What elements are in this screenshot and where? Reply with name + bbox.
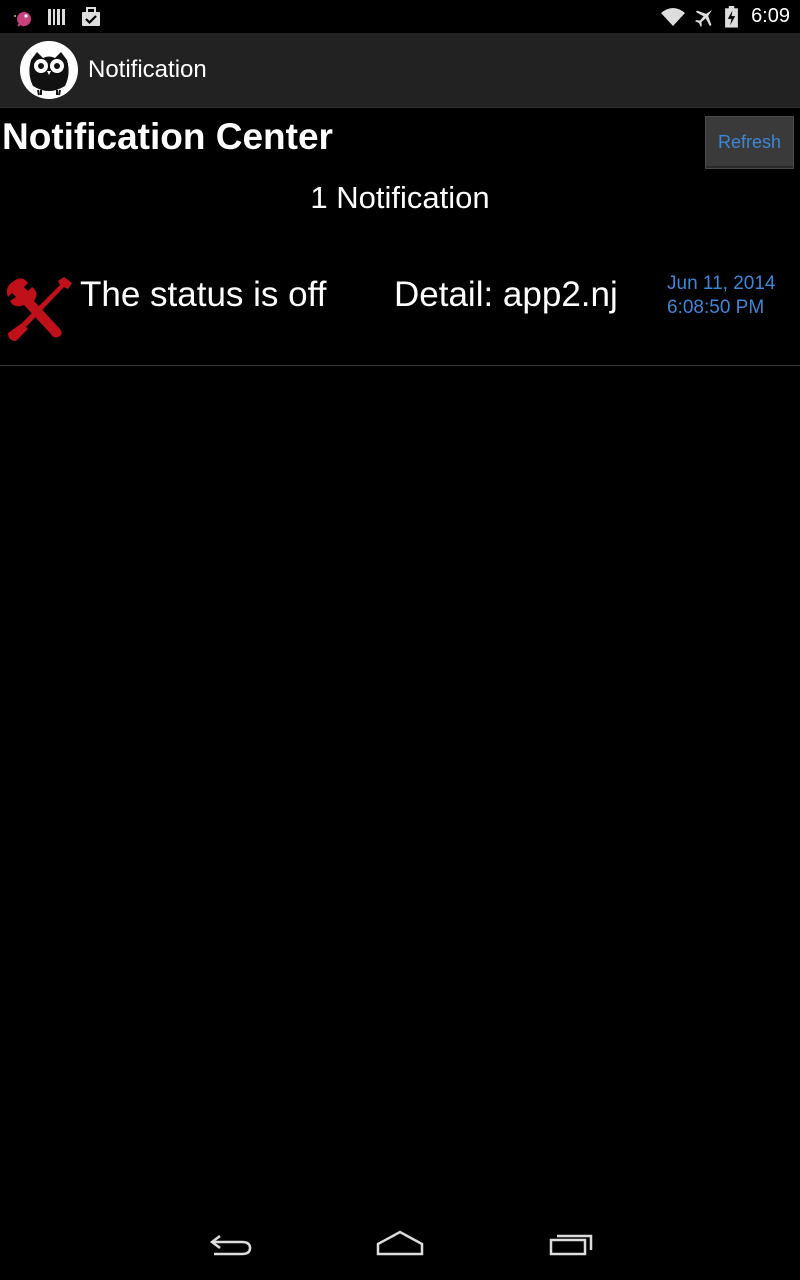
status-notifications [0, 6, 102, 28]
airplane-icon [695, 9, 713, 27]
notification-date: Jun 11, 2014 [667, 273, 776, 294]
barcode-icon [48, 8, 65, 25]
notification-message: The status is off [80, 275, 327, 314]
navigation-bar [0, 1208, 800, 1280]
notification-item[interactable]: The status is off Detail: app2.nj Jun 11… [0, 238, 800, 366]
notification-count: 1 Notification [310, 180, 490, 215]
status-bar: 6:09 [0, 0, 800, 33]
bird-icon [13, 11, 31, 27]
home-icon[interactable] [370, 1226, 430, 1262]
status-system: 6:09 [660, 5, 800, 28]
status-clock: 6:09 [751, 5, 790, 27]
briefcase-check-icon [82, 6, 100, 26]
wifi-icon [661, 7, 686, 26]
recents-icon[interactable] [541, 1226, 601, 1262]
owl-icon[interactable] [19, 40, 79, 100]
notification-detail: Detail: app2.nj [394, 275, 618, 314]
refresh-button[interactable]: Refresh [705, 116, 794, 169]
page-title: Notification Center [2, 116, 333, 157]
action-bar: Notification [0, 33, 800, 108]
notification-timestamp: Jun 11, 2014 6:08:50 PM [667, 272, 775, 320]
tools-wrench-screwdriver-icon [6, 277, 72, 341]
screen: 6:09 Notification Notification Center Re… [0, 0, 800, 1280]
notification-time: 6:08:50 PM [667, 297, 765, 318]
battery-charging-icon [725, 5, 738, 28]
action-bar-title: Notification [88, 56, 207, 83]
back-icon[interactable] [200, 1226, 260, 1262]
